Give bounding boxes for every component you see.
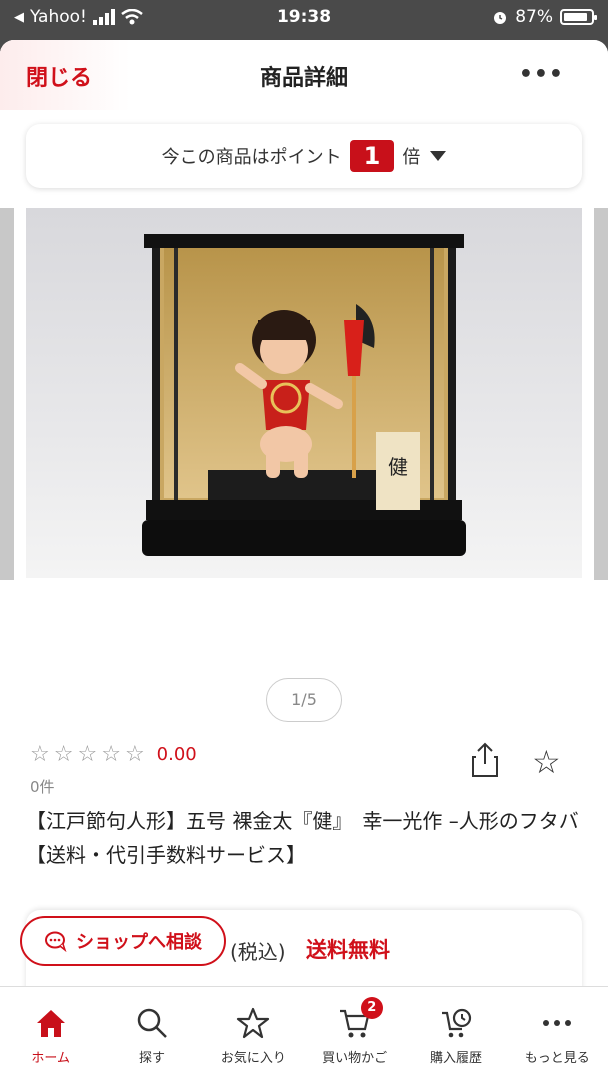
battery-fill xyxy=(564,13,587,21)
rating-star-icon: ☆ xyxy=(77,742,98,767)
star-icon xyxy=(237,1007,270,1039)
share-button[interactable] xyxy=(470,740,500,780)
share-icon xyxy=(472,742,498,777)
rating-star-icon: ☆ xyxy=(101,742,121,767)
tab-home-label: ホーム xyxy=(31,1051,70,1066)
rating-star-icon: ☆ xyxy=(53,742,74,767)
prev-image-peek[interactable] xyxy=(0,208,14,580)
battery-percent: 87% xyxy=(515,7,553,27)
shop-consult-label: ショップへ相談 xyxy=(76,932,202,953)
header-bar: 閉じる 商品詳細 ••• xyxy=(0,40,608,110)
gallery-pager: 1/5 xyxy=(266,678,342,722)
product-title: 【江戸節句人形】五号 裸金太『健』 幸一光作 –人形のフタバ【送料・代引手数料サ… xyxy=(26,809,579,867)
free-shipping-label: 送料無料 xyxy=(306,938,390,962)
review-count[interactable]: 0件 xyxy=(30,776,55,797)
home-icon xyxy=(36,1010,65,1037)
cart-count-badge: 2 xyxy=(360,997,383,1019)
tab-more[interactable]: もっと見る xyxy=(507,987,608,1080)
tab-more-label: もっと見る xyxy=(524,1051,590,1066)
tab-favorites-label: お気に入り xyxy=(220,1051,286,1066)
image-gallery[interactable]: 健 xyxy=(0,208,608,580)
product-photo[interactable]: 健 xyxy=(26,208,582,578)
rating-star-icon: ☆ xyxy=(30,742,50,767)
search-icon xyxy=(137,1008,167,1038)
product-detail-sheet: 閉じる 商品詳細 ••• 今この商品はポイント 1 倍 健 1/5 ☆ ☆ ☆ … xyxy=(0,40,608,1080)
rating-row[interactable]: ☆ ☆ ☆ ☆ ☆ 0.00 xyxy=(30,742,197,767)
battery-icon xyxy=(560,9,597,25)
svg-text:健: 健 xyxy=(388,455,408,479)
next-image-peek[interactable] xyxy=(594,208,608,580)
tab-cart-label: 買い物かご xyxy=(322,1051,388,1066)
points-suffix: 倍 xyxy=(402,147,421,168)
points-multiplier: 1 xyxy=(349,140,395,172)
tab-search[interactable]: 探す xyxy=(101,987,202,1080)
more-icon xyxy=(543,1020,572,1026)
tab-history[interactable]: 購入履歴 xyxy=(405,987,506,1080)
tax-label: (税込) xyxy=(230,940,286,964)
favorite-star-icon[interactable]: ☆ xyxy=(532,744,561,780)
tab-history-label: 購入履歴 xyxy=(429,1051,482,1066)
alarm-icon xyxy=(494,12,507,24)
rating-score: 0.00 xyxy=(156,744,197,765)
kintaro-doll-case-photo: 健 xyxy=(142,234,466,556)
tab-cart[interactable]: 2 買い物かご xyxy=(304,987,405,1080)
shop-consult-button[interactable]: ショップへ相談 xyxy=(20,916,226,966)
bottom-tab-bar: ホーム 探す お気に入り 2 買い物かご 購入履歴 もっと見る xyxy=(0,986,608,1080)
caret-down-icon xyxy=(430,151,447,161)
tab-search-label: 探す xyxy=(138,1051,165,1066)
page-title: 商品詳細 xyxy=(259,66,348,91)
points-banner[interactable]: 今この商品はポイント 1 倍 xyxy=(26,124,582,188)
status-bar: ◀ Yahoo! 19:38 87% xyxy=(0,0,608,34)
more-options-button[interactable]: ••• xyxy=(519,62,564,87)
rating-star-icon: ☆ xyxy=(124,742,145,767)
history-icon xyxy=(441,1008,472,1038)
status-right: 87% xyxy=(492,7,597,27)
tab-home[interactable]: ホーム xyxy=(0,987,101,1080)
chat-icon xyxy=(45,931,67,952)
points-prefix: 今この商品はポイント xyxy=(161,147,342,168)
tab-favorites[interactable]: お気に入り xyxy=(203,987,304,1080)
